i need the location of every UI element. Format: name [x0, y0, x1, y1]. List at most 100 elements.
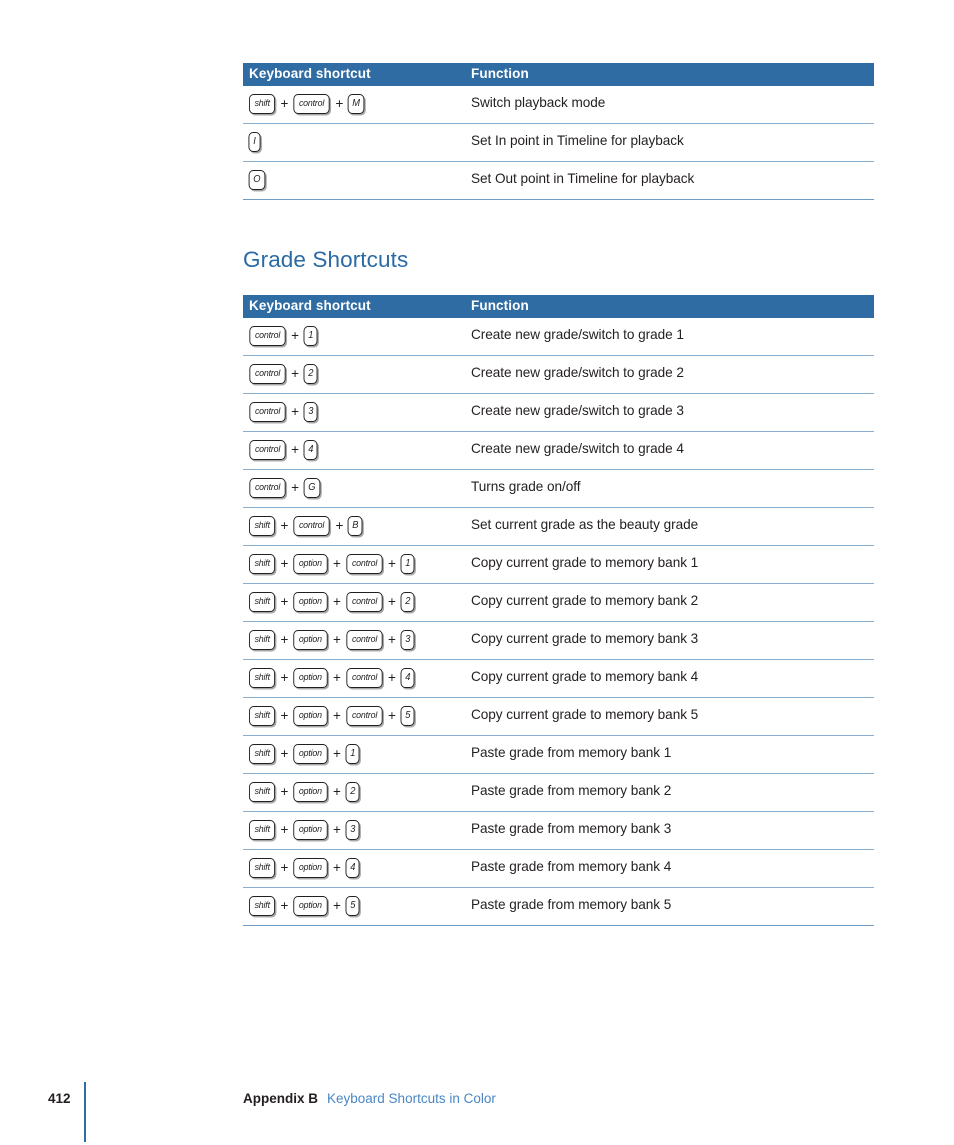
table-row: shift + option +3 Paste grade from memory ba…: [243, 811, 874, 850]
keycap-g: G: [303, 478, 320, 498]
keycap-3: 3: [400, 630, 415, 650]
function-cell: Paste grade from memory bank 5: [457, 887, 874, 926]
shortcut-cell: control +3: [243, 393, 457, 432]
plus-separator: +: [291, 366, 300, 382]
table-row: control +2 Create new grade/switch to grad…: [243, 355, 874, 394]
plus-separator: +: [280, 746, 289, 762]
shortcut-cell: shift + control + M: [243, 86, 457, 124]
shortcut-cell: shift + option + control +3: [243, 621, 457, 660]
table-header-row: Keyboard shortcut Function: [243, 295, 874, 318]
keycap-5: 5: [400, 706, 415, 726]
column-header-function: Function: [457, 295, 874, 318]
plus-separator: +: [333, 594, 341, 610]
keycap-5: 5: [345, 896, 360, 916]
shortcut-cell: shift + option + control +2: [243, 583, 457, 622]
page-title: Grade Shortcuts: [243, 247, 409, 272]
shortcut-cell: control + G: [243, 469, 457, 508]
plus-separator: +: [335, 518, 344, 534]
keycap-option: option: [293, 896, 328, 916]
breadcrumb-chapter: Keyboard Shortcuts in Color: [327, 1091, 496, 1106]
keycap-control: control: [249, 402, 286, 422]
function-cell: Create new grade/switch to grade 4: [457, 431, 874, 470]
key-combination: shift + option +1: [243, 736, 457, 773]
plus-separator: +: [335, 96, 344, 112]
table-row: shift + option + control +4 Copy current grade…: [243, 659, 874, 698]
function-cell: Create new grade/switch to grade 3: [457, 393, 874, 432]
function-description: Set In point in Timeline for playback: [471, 133, 684, 148]
plus-separator: +: [388, 556, 396, 572]
keycap-control: control: [346, 554, 383, 574]
keycap-shift: shift: [248, 668, 276, 688]
shortcut-cell: I: [243, 123, 457, 162]
key-combination: shift + option + control +3: [243, 622, 457, 659]
page-number: 412: [48, 1091, 71, 1106]
table-row: I Set In point in Timeline for playback: [243, 123, 874, 162]
key-combination: control +2: [243, 356, 457, 393]
plus-separator: +: [280, 708, 289, 724]
function-cell: Create new grade/switch to grade 2: [457, 355, 874, 394]
keycap-shift: shift: [248, 592, 276, 612]
key-combination: shift + control + M: [243, 86, 457, 123]
function-description: Paste grade from memory bank 1: [471, 745, 672, 760]
keycap-control: control: [346, 592, 383, 612]
breadcrumb-appendix: Appendix B: [243, 1091, 319, 1106]
keycap-control: control: [293, 94, 331, 114]
function-description: Copy current grade to memory bank 2: [471, 593, 699, 608]
grade-table-body: control +1 Create new grade/switch to grad…: [243, 318, 874, 926]
function-description: Paste grade from memory bank 5: [471, 897, 672, 912]
keycap-option: option: [293, 668, 328, 688]
function-description: Copy current grade to memory bank 1: [471, 555, 699, 570]
column-header-keyboard-shortcut: Keyboard shortcut: [243, 295, 457, 318]
function-cell: Create new grade/switch to grade 1: [457, 318, 874, 356]
keycap-control: control: [346, 668, 383, 688]
table-row: shift + option + control +3 Copy current grade…: [243, 621, 874, 660]
key-combination: shift + option +5: [243, 888, 457, 925]
plus-separator: +: [280, 898, 289, 914]
table-row: shift + control + M Switch playback mode: [243, 86, 874, 124]
function-description: Set current grade as the beauty grade: [471, 517, 699, 532]
keycap-b: B: [347, 516, 364, 536]
plus-separator: +: [333, 860, 341, 876]
function-description: Paste grade from memory bank 2: [471, 783, 672, 798]
key-combination: shift + control + B: [243, 508, 457, 545]
footer-divider: [84, 1082, 86, 1142]
key-combination: shift + option + control +1: [243, 546, 457, 583]
shortcut-cell: control +2: [243, 355, 457, 394]
key-combination: shift + option + control +5: [243, 698, 457, 735]
function-cell: Paste grade from memory bank 4: [457, 849, 874, 888]
keycap-shift: shift: [248, 630, 276, 650]
function-description: Create new grade/switch to grade 4: [471, 441, 684, 456]
shortcut-cell: shift + option +5: [243, 887, 457, 926]
table-row: shift + option +4 Paste grade from memory ba…: [243, 849, 874, 888]
function-description: Set Out point in Timeline for playback: [471, 171, 695, 186]
table-row: control +3 Create new grade/switch to grad…: [243, 393, 874, 432]
plus-separator: +: [291, 328, 300, 344]
function-cell: Paste grade from memory bank 1: [457, 735, 874, 774]
shortcut-cell: shift + option + control +1: [243, 545, 457, 584]
function-cell: Copy current grade to memory bank 2: [457, 583, 874, 622]
key-combination: control +1: [243, 318, 457, 355]
plus-separator: +: [280, 860, 289, 876]
keycap-control: control: [346, 706, 383, 726]
keycap-option: option: [293, 554, 328, 574]
plus-separator: +: [291, 404, 300, 420]
keycap-3: 3: [303, 402, 318, 422]
table-row: shift + option +2 Paste grade from memory ba…: [243, 773, 874, 812]
table-header-row: Keyboard shortcut Function: [243, 63, 874, 86]
keycap-control: control: [346, 630, 383, 650]
keycap-option: option: [293, 706, 328, 726]
plus-separator: +: [388, 708, 396, 724]
keycap-4: 4: [303, 440, 318, 460]
key-combination: O: [243, 162, 457, 199]
column-header-keyboard-shortcut: Keyboard shortcut: [243, 63, 457, 86]
shortcut-cell: shift + option +1: [243, 735, 457, 774]
plus-separator: +: [333, 746, 341, 762]
table-row: O Set Out point in Timeline for playback: [243, 161, 874, 200]
keycap-4: 4: [345, 858, 360, 878]
shortcut-cell: shift + option +2: [243, 773, 457, 812]
table-row: shift + option +1 Paste grade from memory ba…: [243, 735, 874, 774]
keycap-shift: shift: [248, 706, 276, 726]
shortcut-cell: shift + option +4: [243, 849, 457, 888]
keycap-shift: shift: [248, 744, 276, 764]
page-footer: 412 Appendix B Keyboard Shortcuts in Colo…: [0, 1080, 954, 1142]
